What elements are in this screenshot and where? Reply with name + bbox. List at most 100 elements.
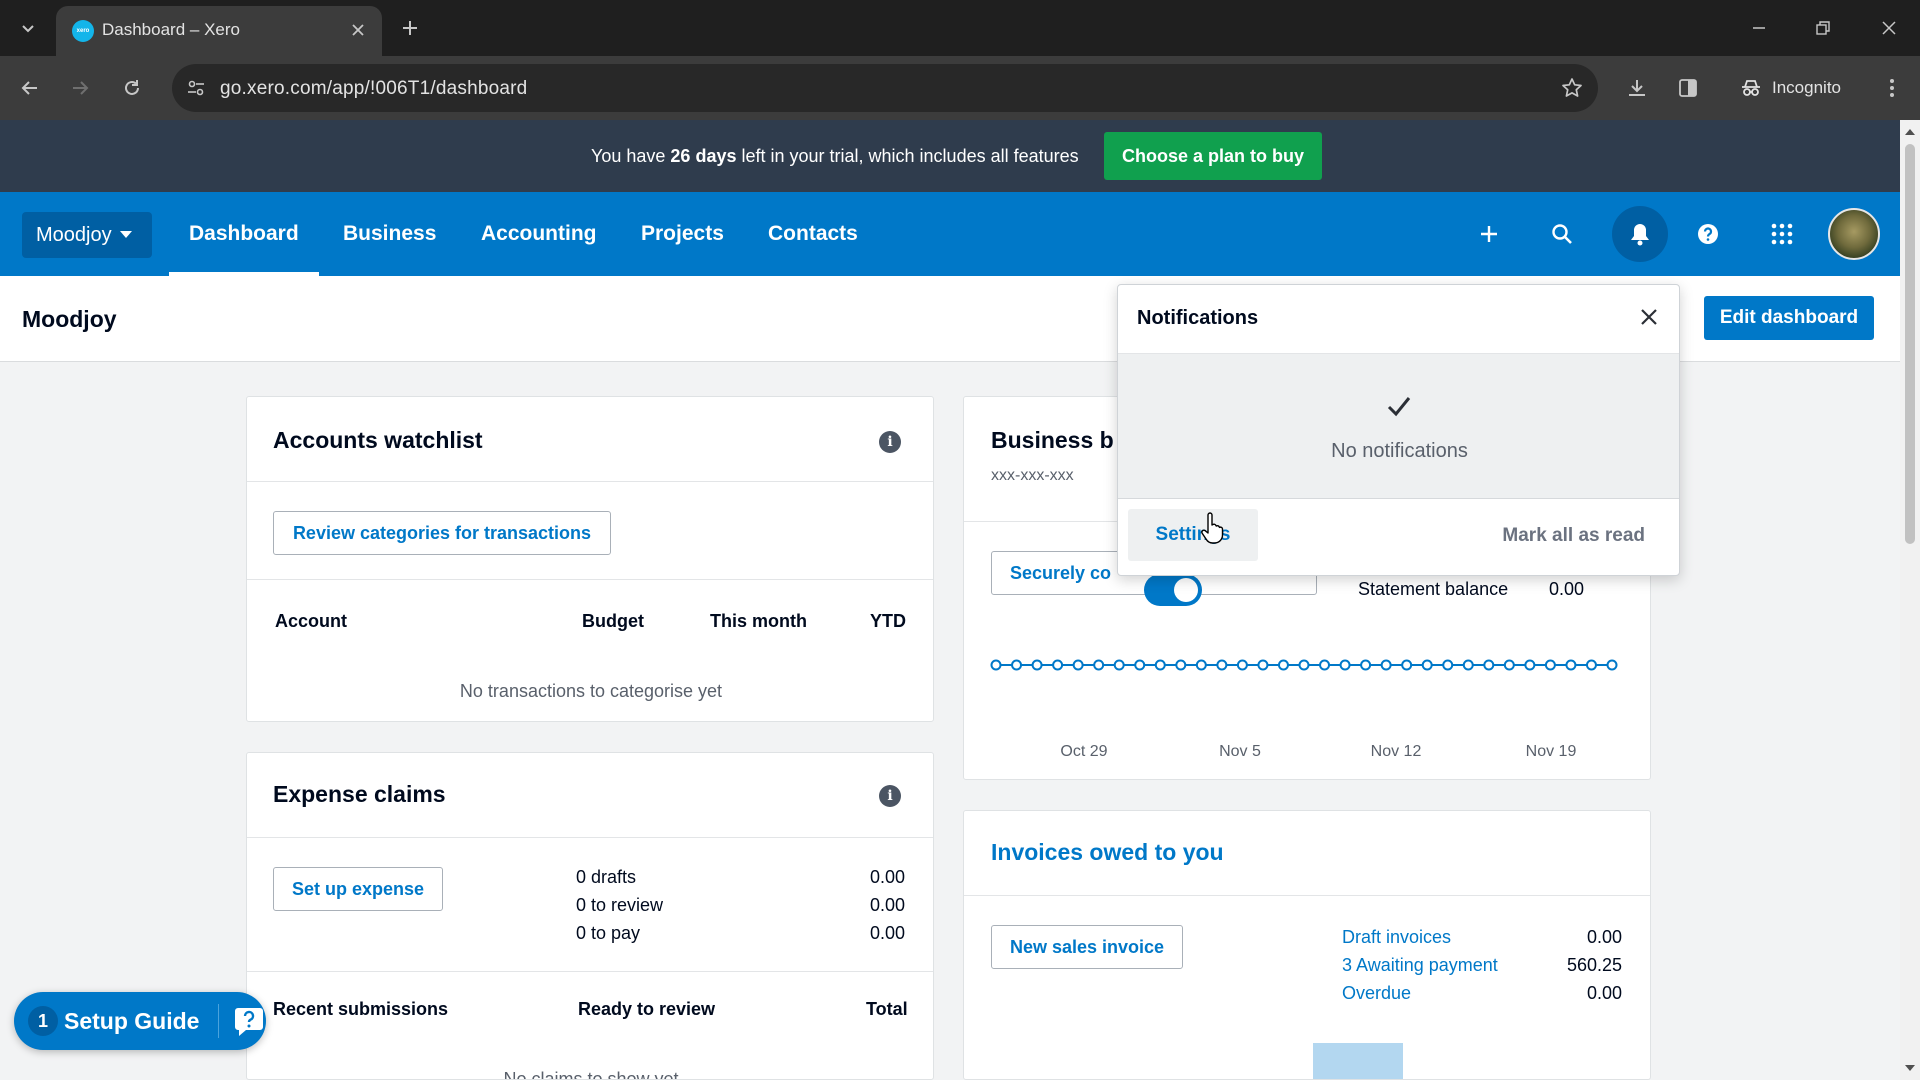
- draft-invoices-value: 0.00: [1586, 927, 1622, 947]
- bookmark-star-icon[interactable]: [1560, 76, 1584, 100]
- expense-pay-label: 0 to pay: [576, 923, 641, 943]
- xero-favicon-icon: xero: [72, 20, 94, 42]
- app-launcher-grid-icon[interactable]: [1760, 212, 1804, 256]
- col-ytd: YTD: [870, 611, 906, 631]
- page-scrollbar[interactable]: [1900, 120, 1920, 1080]
- close-icon[interactable]: [1633, 301, 1665, 333]
- review-categories-button[interactable]: Review categories for transactions: [273, 511, 611, 555]
- divider: [247, 579, 933, 580]
- nav-projects[interactable]: Projects: [641, 192, 724, 276]
- edit-dashboard-button[interactable]: Edit dashboard: [1704, 296, 1874, 340]
- balance-point: [1442, 659, 1454, 671]
- bank-feed-toggle[interactable]: [1144, 574, 1202, 606]
- expense-review-value: 0.00: [869, 895, 905, 915]
- notification-settings-button[interactable]: Settings: [1128, 509, 1258, 561]
- balance-point: [1483, 659, 1495, 671]
- divider: [247, 481, 933, 482]
- col-ready-to-review: Ready to review: [578, 999, 716, 1019]
- statement-balance-value: 0.00: [1548, 579, 1584, 599]
- invoice-chart-bar: [1313, 1043, 1403, 1079]
- nav-accounting[interactable]: Accounting: [481, 192, 597, 276]
- address-bar[interactable]: go.xero.com/app/!006T1/dashboard: [172, 64, 1598, 112]
- user-avatar[interactable]: [1828, 208, 1880, 260]
- trial-message: You have 26 days left in your trial, whi…: [591, 146, 1079, 166]
- balance-point: [1134, 659, 1146, 671]
- expense-drafts-label: 0 drafts: [576, 867, 637, 887]
- balance-point: [1421, 659, 1433, 671]
- tab-search-chevron-icon[interactable]: [10, 10, 46, 46]
- new-sales-invoice-button[interactable]: New sales invoice: [991, 925, 1183, 969]
- scroll-down-arrow-icon[interactable]: [1904, 1062, 1916, 1074]
- reload-icon[interactable]: [112, 68, 152, 108]
- notifications-bell-icon[interactable]: [1612, 206, 1668, 262]
- window-close-icon[interactable]: [1864, 8, 1914, 48]
- info-icon[interactable]: i: [879, 785, 901, 807]
- site-settings-icon[interactable]: [184, 76, 208, 100]
- help-icon[interactable]: [1686, 212, 1730, 256]
- new-tab-plus-icon[interactable]: [394, 12, 426, 44]
- x-tick-label: Oct 29: [1060, 743, 1108, 760]
- balance-point: [1544, 659, 1556, 671]
- set-up-expense-button[interactable]: Set up expense: [273, 867, 443, 911]
- x-tick-label: Nov 5: [1219, 743, 1261, 760]
- awaiting-payment-value: 560.25: [1566, 955, 1622, 975]
- balance-point: [1606, 659, 1618, 671]
- side-panel-icon[interactable]: [1672, 72, 1704, 104]
- expense-claims-title: Expense claims: [273, 781, 446, 807]
- window-restore-icon[interactable]: [1798, 8, 1848, 48]
- nav-business[interactable]: Business: [343, 192, 436, 276]
- balance-point: [1175, 659, 1187, 671]
- expense-review-label: 0 to review: [576, 895, 664, 915]
- window-minimize-icon[interactable]: [1734, 8, 1784, 48]
- incognito-icon: [1740, 77, 1762, 99]
- col-recent-submissions: Recent submissions: [273, 999, 449, 1019]
- setup-guide-button[interactable]: 1 Setup Guide: [14, 992, 266, 1050]
- incognito-indicator[interactable]: Incognito: [1726, 66, 1856, 110]
- x-tick-label: Nov 19: [1525, 743, 1577, 760]
- mark-all-read-button[interactable]: Mark all as read: [1502, 525, 1645, 547]
- overdue-value: 0.00: [1586, 983, 1622, 1003]
- col-account: Account: [275, 611, 347, 631]
- draft-invoices-link[interactable]: Draft invoices: [1342, 927, 1451, 948]
- col-this-month: This month: [710, 611, 807, 631]
- organisation-switcher[interactable]: Moodjoy: [22, 212, 152, 258]
- balance-point: [1462, 659, 1474, 671]
- download-icon[interactable]: [1621, 72, 1653, 104]
- caret-down-icon: [119, 231, 132, 239]
- balance-point: [1277, 659, 1289, 671]
- tab-title: Dashboard – Xero: [102, 20, 240, 39]
- search-icon[interactable]: [1540, 212, 1584, 256]
- toggle-knob: [1174, 578, 1198, 602]
- setup-guide-count: 1: [28, 1006, 58, 1036]
- balance-point: [1565, 659, 1577, 671]
- choose-plan-button[interactable]: Choose a plan to buy: [1104, 132, 1322, 180]
- expense-empty-message: No claims to show yet: [503, 1069, 679, 1080]
- browser-menu-icon[interactable]: [1876, 72, 1908, 104]
- balance-point: [1524, 659, 1536, 671]
- browser-tab-active[interactable]: xero Dashboard – Xero: [56, 6, 382, 56]
- tab-close-icon[interactable]: [346, 18, 370, 42]
- balance-point: [1380, 659, 1392, 671]
- forward-arrow-icon[interactable]: [60, 68, 100, 108]
- balance-point: [1113, 659, 1125, 671]
- scroll-up-arrow-icon[interactable]: [1904, 126, 1916, 138]
- incognito-label: Incognito: [1772, 78, 1841, 97]
- scrollbar-thumb[interactable]: [1905, 144, 1915, 544]
- balance-point: [1401, 659, 1413, 671]
- balance-point: [1216, 659, 1228, 671]
- checkmark-icon: [1385, 392, 1413, 420]
- invoices-owed-title[interactable]: Invoices owed to you: [991, 839, 1224, 866]
- divider: [218, 1004, 219, 1038]
- add-plus-icon[interactable]: [1467, 212, 1511, 256]
- info-icon[interactable]: i: [879, 431, 901, 453]
- bank-account-title: Business b: [991, 427, 1114, 453]
- invoices-owed-card: Invoices owed to you New sales invoice D…: [963, 810, 1651, 1080]
- nav-dashboard[interactable]: Dashboard: [169, 192, 319, 276]
- nav-contacts[interactable]: Contacts: [768, 192, 858, 276]
- back-arrow-icon[interactable]: [10, 68, 50, 108]
- statement-balance-label: Statement balance: [1358, 579, 1509, 599]
- accounts-watchlist-card: Accounts watchlist i Review categories f…: [246, 396, 934, 722]
- help-chat-icon[interactable]: [232, 1004, 266, 1038]
- overdue-link[interactable]: Overdue: [1342, 983, 1411, 1004]
- awaiting-payment-link[interactable]: 3 Awaiting payment: [1342, 955, 1498, 976]
